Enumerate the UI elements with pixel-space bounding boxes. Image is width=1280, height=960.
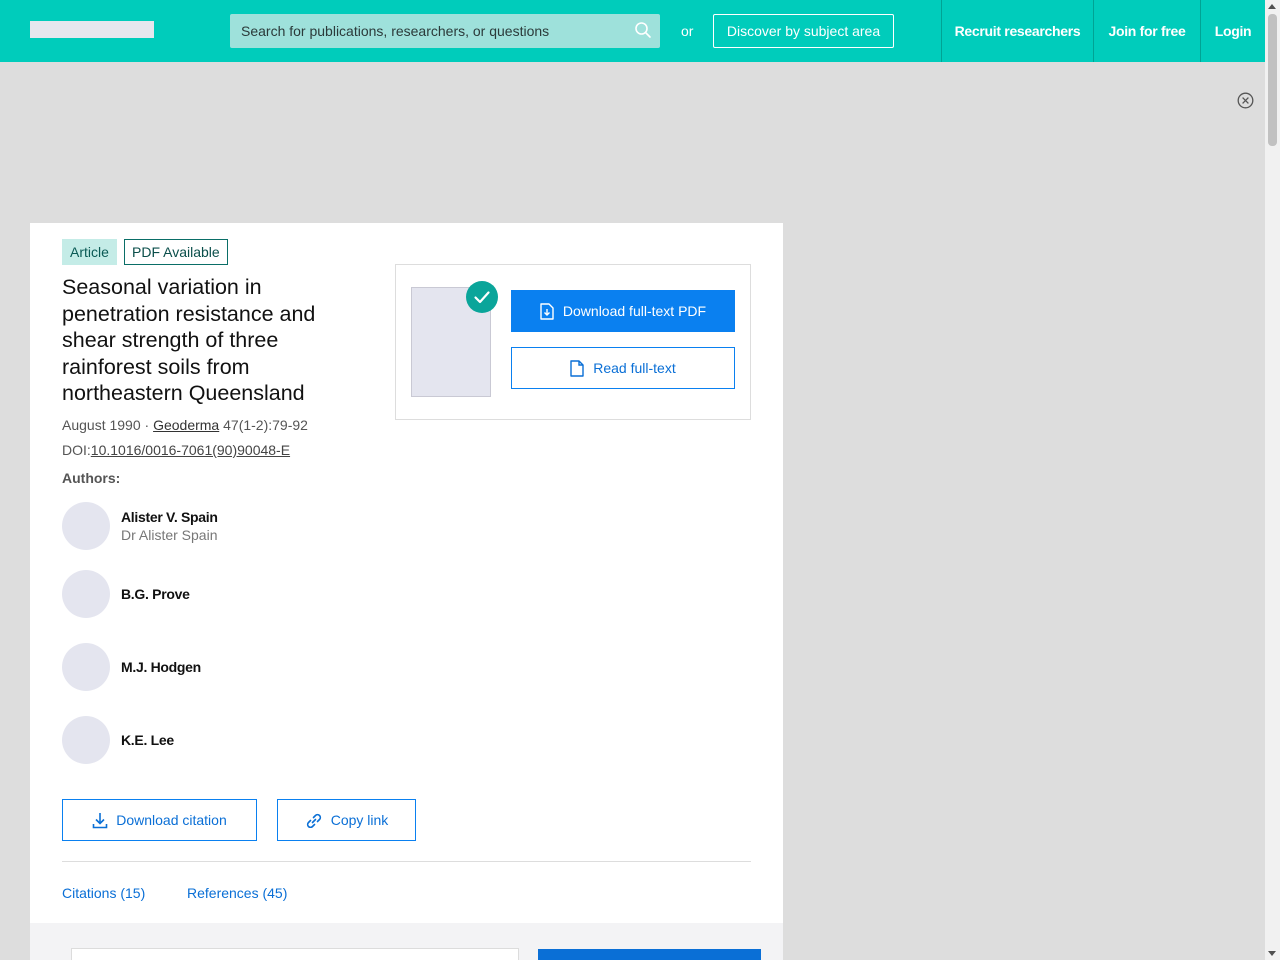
nav-login[interactable]: Login	[1200, 0, 1265, 62]
article-card: Article PDF Available Seasonal variation…	[30, 223, 783, 960]
pdf-download-icon	[540, 302, 554, 320]
check-icon	[466, 281, 498, 313]
article-title: Seasonal variation in penetration resist…	[62, 275, 316, 405]
author-item[interactable]: K.E. Lee	[62, 716, 362, 764]
publication-date: August 1990	[62, 417, 141, 433]
avatar[interactable]	[62, 643, 110, 691]
article-type-badge: Article	[62, 239, 117, 265]
author-item[interactable]: B.G. Prove	[62, 570, 362, 618]
download-citation-button[interactable]: Download citation	[62, 799, 257, 841]
fulltext-panel: Download full-text PDF Read full-text	[395, 264, 751, 420]
author-name[interactable]: K.E. Lee	[121, 732, 174, 748]
doi-line: DOI:10.1016/0016-7061(90)90048-E	[62, 442, 290, 458]
close-ad-icon[interactable]	[1237, 92, 1254, 109]
download-icon	[92, 812, 108, 829]
search-placeholder: Search for publications, researchers, or…	[241, 23, 550, 39]
author-name[interactable]: Alister V. Spain	[121, 509, 218, 525]
section-divider	[62, 861, 751, 862]
meta-separator: ·	[140, 417, 154, 433]
journal-link[interactable]: Geoderma	[153, 417, 219, 433]
author-subtitle: Dr Alister Spain	[121, 527, 218, 543]
avatar[interactable]	[62, 570, 110, 618]
search-input[interactable]: Search for publications, researchers, or…	[230, 14, 660, 48]
author-item[interactable]: Alister V. Spain Dr Alister Spain	[62, 502, 362, 550]
author-name[interactable]: M.J. Hodgen	[121, 659, 201, 675]
avatar[interactable]	[62, 716, 110, 764]
volume-pages: 47(1-2):79-92	[219, 417, 308, 433]
lower-input-field[interactable]	[71, 948, 519, 960]
pdf-available-badge: PDF Available	[124, 239, 228, 265]
tab-citations[interactable]: Citations (15)	[62, 885, 145, 901]
author-item[interactable]: M.J. Hodgen	[62, 643, 362, 691]
download-fulltext-pdf-button[interactable]: Download full-text PDF	[511, 290, 735, 332]
download-citation-label: Download citation	[116, 812, 227, 828]
scroll-thumb[interactable]	[1268, 14, 1277, 146]
tab-references[interactable]: References (45)	[187, 885, 287, 901]
document-icon	[570, 359, 584, 377]
nav-recruit-researchers[interactable]: Recruit researchers	[941, 0, 1093, 62]
site-logo[interactable]	[30, 21, 154, 38]
copy-link-label: Copy link	[330, 812, 389, 828]
doi-link[interactable]: 10.1016/0016-7061(90)90048-E	[91, 442, 290, 458]
publication-info: August 1990 · Geoderma 47(1-2):79-92	[62, 417, 308, 433]
link-icon	[305, 812, 323, 828]
download-pdf-label: Download full-text PDF	[562, 303, 707, 319]
read-fulltext-label: Read full-text	[593, 360, 676, 376]
scroll-down-arrow-icon[interactable]	[1268, 951, 1276, 956]
scroll-up-arrow-icon[interactable]	[1268, 4, 1276, 9]
top-header: Search for publications, researchers, or…	[0, 0, 1265, 62]
discover-by-subject-button[interactable]: Discover by subject area	[713, 14, 894, 48]
nav-join-for-free[interactable]: Join for free	[1093, 0, 1200, 62]
page-scrollbar[interactable]	[1265, 0, 1280, 960]
avatar[interactable]	[62, 502, 110, 550]
lower-section	[30, 923, 783, 960]
read-fulltext-button[interactable]: Read full-text	[511, 347, 735, 389]
copy-link-button[interactable]: Copy link	[277, 799, 416, 841]
lower-action-button[interactable]	[538, 949, 761, 960]
or-label: or	[681, 23, 694, 39]
authors-label: Authors:	[62, 470, 121, 486]
doi-label: DOI:	[62, 442, 91, 458]
search-icon[interactable]	[634, 21, 652, 39]
author-name[interactable]: B.G. Prove	[121, 586, 190, 602]
